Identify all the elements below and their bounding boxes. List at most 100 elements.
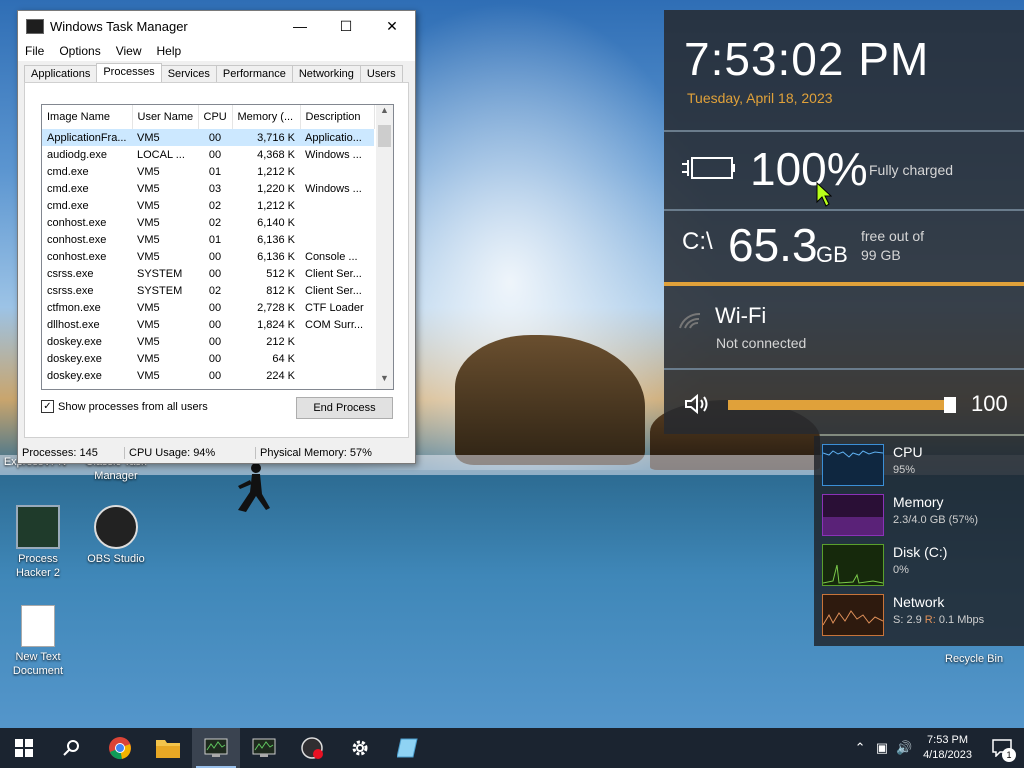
taskbar-clock[interactable]: 7:53 PM 4/18/2023 <box>915 733 980 763</box>
task-manager-taskbar-button[interactable] <box>192 728 240 768</box>
resource-monitor: CPU 95% Memory 2.3/4.0 GB (57%) Disk (C:… <box>814 436 1024 646</box>
column-user-name[interactable]: User Name <box>132 105 199 129</box>
taskbar: ⌃ ▣ 🔊 7:53 PM 4/18/2023 1 <box>0 728 1024 768</box>
minimize-button[interactable]: — <box>277 11 323 41</box>
process-image-name: dllhost.exe <box>47 318 100 331</box>
process-list-scrollbar[interactable]: ▲ ▼ <box>376 105 393 389</box>
process-description <box>300 163 374 180</box>
task-manager-classic-icon <box>252 738 276 757</box>
process-image-name: csrss.exe <box>47 267 94 280</box>
status-cpu-usage: CPU Usage: 94% <box>125 447 256 459</box>
process-row[interactable]: csrss.exe SYSTEM 00 512 K Client Ser... <box>42 265 374 282</box>
process-cpu: 00 <box>208 369 222 382</box>
cpu-value: 95% <box>893 464 916 476</box>
obs-button[interactable] <box>288 728 336 768</box>
process-memory: 4,368 K <box>257 148 295 161</box>
process-image-name: audiodg.exe <box>47 148 107 161</box>
column-memory[interactable]: Memory (... <box>232 105 301 129</box>
scroll-down-arrow-icon[interactable]: ▼ <box>376 373 393 389</box>
process-image-name: doskey.exe <box>47 352 102 365</box>
desktop-icon-process-hacker[interactable]: Process Hacker 2 <box>0 505 76 580</box>
menu-view[interactable]: View <box>109 44 150 58</box>
process-memory: 1,212 K <box>257 165 295 178</box>
process-image-name: cmd.exe <box>47 199 89 212</box>
classic-task-manager-button[interactable] <box>240 728 288 768</box>
process-user-name: SYSTEM <box>137 267 183 280</box>
file-explorer-button[interactable] <box>144 728 192 768</box>
process-row[interactable]: cmd.exe VM5 03 1,220 K Windows ... <box>42 180 374 197</box>
process-list[interactable]: Image Name User Name CPU Memory (... Des… <box>41 104 394 390</box>
settings-button[interactable] <box>336 728 384 768</box>
volume-slider[interactable] <box>728 400 954 410</box>
speaker-icon[interactable] <box>684 393 712 415</box>
process-row[interactable]: cmd.exe VM5 02 1,212 K <box>42 197 374 214</box>
process-cpu: 02 <box>208 216 222 229</box>
menu-options[interactable]: Options <box>52 44 108 58</box>
clock-time: 7:53:02 PM <box>684 33 930 85</box>
process-memory: 6,136 K <box>257 250 295 263</box>
chrome-button[interactable] <box>96 728 144 768</box>
network-graph <box>822 594 884 636</box>
process-image-name: conhost.exe <box>47 233 107 246</box>
column-description[interactable]: Description <box>300 105 375 129</box>
resource-memory[interactable]: Memory 2.3/4.0 GB (57%) <box>822 492 1022 538</box>
process-image-name: csrss.exe <box>47 284 94 297</box>
process-row[interactable]: conhost.exe VM5 02 6,140 K <box>42 214 374 231</box>
column-image-name[interactable]: Image Name <box>42 105 133 129</box>
title-bar[interactable]: Windows Task Manager — ☐ ✕ <box>18 11 415 41</box>
process-row[interactable]: doskey.exe VM5 00 224 K <box>42 367 374 384</box>
process-row[interactable]: doskey.exe VM5 00 212 K <box>42 333 374 350</box>
process-cpu: 00 <box>208 301 222 314</box>
volume-slider-thumb[interactable] <box>944 397 956 413</box>
info-flyout: 7:53:02 PM Tuesday, April 18, 2023 100% … <box>664 10 1024 434</box>
drive-letter: C:\ <box>682 228 713 255</box>
start-button[interactable] <box>0 728 48 768</box>
process-row[interactable]: cmd.exe VM5 01 1,212 K <box>42 163 374 180</box>
battery-plug-icon <box>682 157 735 179</box>
process-image-name: cmd.exe <box>47 165 89 178</box>
action-center-button[interactable]: 1 <box>980 728 1024 768</box>
network-icon[interactable]: ▣ <box>871 740 893 756</box>
process-row[interactable]: doskey.exe VM5 00 64 K <box>42 350 374 367</box>
menu-file[interactable]: File <box>18 44 52 58</box>
scroll-up-arrow-icon[interactable]: ▲ <box>376 105 393 121</box>
end-process-button[interactable]: End Process <box>296 397 393 419</box>
process-memory: 212 K <box>266 335 295 348</box>
column-header-row: Image Name User Name CPU Memory (... Des… <box>42 105 375 129</box>
maximize-button[interactable]: ☐ <box>323 11 369 41</box>
process-memory: 2,728 K <box>257 301 295 314</box>
resource-cpu[interactable]: CPU 95% <box>822 442 1022 488</box>
column-cpu[interactable]: CPU <box>198 105 233 129</box>
search-button[interactable] <box>48 728 96 768</box>
file-explorer-icon <box>156 740 180 758</box>
scroll-thumb[interactable] <box>378 125 391 147</box>
drive-total: 99 GB <box>861 247 901 263</box>
process-row[interactable]: conhost.exe VM5 01 6,136 K <box>42 231 374 248</box>
resource-disk[interactable]: Disk (C:) 0% <box>822 542 1022 588</box>
menu-help[interactable]: Help <box>150 44 190 58</box>
notepad-button[interactable] <box>384 728 432 768</box>
desktop-icon-obs-studio[interactable]: OBS Studio <box>78 505 154 566</box>
mouse-cursor-icon <box>816 182 832 207</box>
volume-icon[interactable]: 🔊 <box>893 740 915 756</box>
process-row[interactable]: dllhost.exe VM5 00 1,824 K COM Surr... <box>42 316 374 333</box>
process-cpu: 03 <box>208 182 222 195</box>
process-image-name: conhost.exe <box>47 250 107 263</box>
show-all-processes-checkbox[interactable]: ✓ Show processes from all users <box>41 400 208 413</box>
chevron-up-icon[interactable]: ⌃ <box>849 740 871 756</box>
process-row[interactable]: csrss.exe SYSTEM 02 812 K Client Ser... <box>42 282 374 299</box>
process-row[interactable]: conhost.exe VM5 00 6,136 K Console ... <box>42 248 374 265</box>
process-row[interactable]: ctfmon.exe VM5 00 2,728 K CTF Loader <box>42 299 374 316</box>
drive-free-unit: GB <box>816 242 848 267</box>
process-row[interactable]: ApplicationFra... VM5 00 3,716 K Applicatio.… <box>42 129 374 146</box>
show-all-processes-label: Show processes from all users <box>58 400 208 413</box>
process-user-name: VM5 <box>137 216 160 229</box>
resource-network[interactable]: Network S: 2.9 R: 0.1 Mbps <box>822 592 1022 638</box>
process-cpu: 00 <box>208 148 222 161</box>
task-manager-window[interactable]: Windows Task Manager — ☐ ✕ File Options … <box>17 10 416 464</box>
close-button[interactable]: ✕ <box>369 11 415 41</box>
volume-value: 100 <box>971 391 1008 416</box>
desktop-icon-recycle-bin[interactable]: Recycle Bin <box>945 653 1003 665</box>
process-row[interactable]: audiodg.exe LOCAL ... 00 4,368 K Windows ... <box>42 146 374 163</box>
desktop-icon-new-text-document[interactable]: New Text Document <box>0 605 76 678</box>
